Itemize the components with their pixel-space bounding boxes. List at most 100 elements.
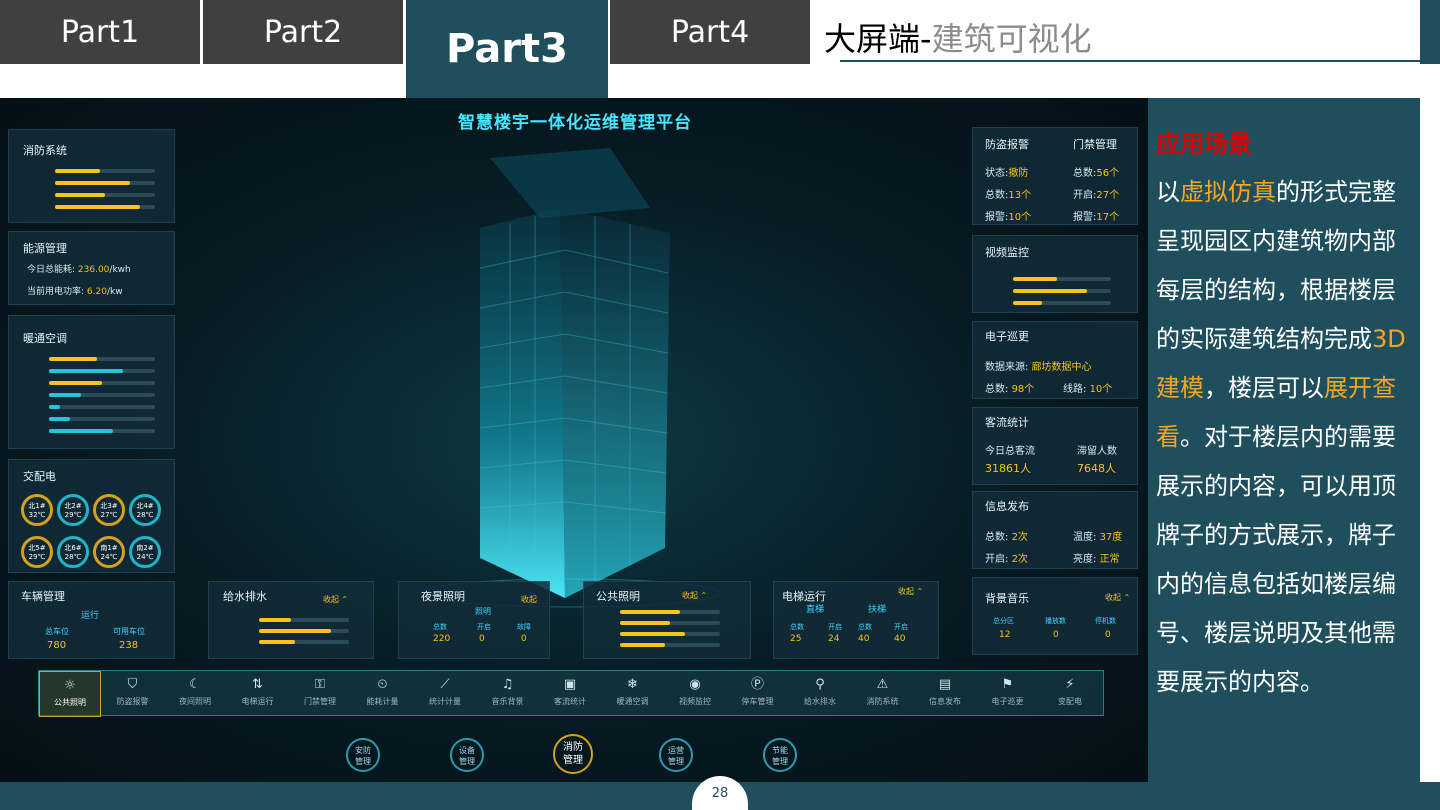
dock-item-6[interactable]: ⟋ 统计计量 <box>414 671 476 717</box>
elevator-value-1: 25 <box>790 634 802 644</box>
access-title: 门禁管理 <box>1073 138 1117 151</box>
elevator-collapse[interactable]: 收起 ⌃ <box>898 586 923 597</box>
water-panel: 给水排水 收起 ⌃ <box>208 581 374 659</box>
elevator-label-3: 总数 <box>858 623 872 631</box>
dock-item-8[interactable]: ▣ 客流统计 <box>539 671 601 717</box>
elevator-escalator: 扶梯 <box>868 605 887 615</box>
dock-icon-14: ▤ <box>938 677 952 692</box>
night-collapse[interactable]: 收起 <box>521 594 537 605</box>
night-value-total: 220 <box>433 634 451 644</box>
dock-item-2[interactable]: ☾ 夜间照明 <box>164 671 226 717</box>
mode-operation-button[interactable]: 运营 管理 <box>659 738 693 772</box>
night-label-total: 总数 <box>433 623 447 631</box>
flow-today-label: 今日总客流 <box>985 446 1035 457</box>
dock-item-14[interactable]: ▤ 信息发布 <box>914 671 976 717</box>
music-value-stopped: 0 <box>1105 630 1111 640</box>
dock-item-5[interactable]: ⏲ 能耗计量 <box>352 671 414 717</box>
public-lighting-title: 公共照明 <box>596 590 640 603</box>
dock-icon-4: ⚿ <box>315 677 325 692</box>
description-sidebar: 应用场景 以虚拟仿真的形式完整呈现园区内建筑物内部每层的结构，根据楼层的实际建筑… <box>1148 98 1420 782</box>
video-panel: 视频监控 <box>972 235 1138 313</box>
mode-equipment-button[interactable]: 设备 管理 <box>450 738 484 772</box>
dock-item-16[interactable]: ⚡ 变配电 <box>1039 671 1101 717</box>
dock-icon-12: ⚲ <box>815 677 825 692</box>
hvac-bar-4 <box>49 393 155 397</box>
dock-label-0: 公共照明 <box>54 698 86 707</box>
elevator-label-4: 开启 <box>894 623 908 631</box>
dock-item-0[interactable]: ☼ 公共照明 <box>39 671 101 717</box>
night-panel: 夜景照明 收起 照明 总数 开启 故障 220 0 0 <box>398 581 550 659</box>
elevator-panel: 电梯运行 收起 ⌃ 直梯 扶梯 总数 开启 总数 开启 25 24 40 40 <box>773 581 939 659</box>
dock-item-4[interactable]: ⚿ 门禁管理 <box>289 671 351 717</box>
dock-label-14: 信息发布 <box>929 697 961 706</box>
fire-bar-3 <box>55 193 155 197</box>
night-label-fault: 故障 <box>517 623 531 631</box>
substation-ring-3: 北3# 27℃ <box>93 494 125 526</box>
security-title: 防盗报警 <box>985 138 1029 151</box>
dock-item-9[interactable]: ❄ 暖通空调 <box>602 671 664 717</box>
hvac-panel: 暖通空调 <box>8 315 175 449</box>
dock-item-15[interactable]: ⚑ 电子巡更 <box>977 671 1039 717</box>
dock-icon-6: ⟋ <box>440 677 450 692</box>
page-title: 大屏端-建筑可视化 <box>824 20 1092 58</box>
dock-label-4: 门禁管理 <box>304 697 336 706</box>
mode-fire-button[interactable]: 消防 管理 <box>553 734 593 774</box>
tab-part1[interactable]: Part1 <box>0 0 200 64</box>
vehicle-free-value: 238 <box>119 640 139 651</box>
public-lighting-panel: 公共照明 收起 ⌃ <box>583 581 751 659</box>
dock-label-8: 客流统计 <box>554 697 586 706</box>
music-collapse[interactable]: 收起 ⌃ <box>1105 592 1130 603</box>
access-total: 总数:56个 <box>1073 168 1120 179</box>
mode-security-button[interactable]: 安防 管理 <box>346 738 380 772</box>
dock-label-3: 电梯运行 <box>241 697 274 706</box>
dock-item-1[interactable]: ⛉ 防盗报警 <box>102 671 164 717</box>
tab-part4[interactable]: Part4 <box>610 0 810 64</box>
substation-panel: 交配电 北1# 32℃ 北2# 29℃ 北3# 27℃ 北4# 28℃ 北5# … <box>8 459 175 573</box>
energy-today: 今日总能耗: 236.00/kwh <box>27 265 131 275</box>
dock-item-7[interactable]: ♫ 音乐背景 <box>477 671 539 717</box>
energy-panel: 能源管理 今日总能耗: 236.00/kwh 当前用电功率: 6.20/kw <box>8 231 175 305</box>
dock-label-12: 给水排水 <box>804 697 836 706</box>
dock-item-11[interactable]: Ⓟ 停车管理 <box>727 671 789 717</box>
dock-item-10[interactable]: ◉ 视频监控 <box>664 671 726 717</box>
dock-item-13[interactable]: ⚠ 消防系统 <box>852 671 914 717</box>
music-label-zones: 总分区 <box>993 617 1014 625</box>
substation-ring-1: 北1# 32℃ <box>21 494 53 526</box>
public-lighting-collapse[interactable]: 收起 ⌃ <box>682 590 707 601</box>
dock-item-3[interactable]: ⇅ 电梯运行 <box>227 671 289 717</box>
dock-label-13: 消防系统 <box>866 697 899 706</box>
dock-item-12[interactable]: ⚲ 给水排水 <box>789 671 851 717</box>
dock-label-6: 统计计量 <box>429 697 461 706</box>
vehicle-panel: 车辆管理 运行 总车位 可用车位 780 238 <box>8 581 175 659</box>
flow-stay-value: 7648人 <box>1077 462 1116 475</box>
patrol-total: 总数: 98个 <box>985 384 1035 395</box>
dock-icon-0: ☼ <box>64 678 76 693</box>
vehicle-total-value: 780 <box>47 640 67 651</box>
dock-label-5: 能耗计量 <box>366 697 399 706</box>
hvac-bar-6 <box>49 417 155 421</box>
patrol-title: 电子巡更 <box>985 330 1029 343</box>
music-value-playing: 0 <box>1053 630 1059 640</box>
info-panel: 信息发布 总数: 2次 温度: 37度 开启: 2次 亮度: 正常 <box>972 491 1138 569</box>
elevator-value-4: 40 <box>894 634 906 644</box>
fire-title: 消防系统 <box>23 144 67 157</box>
patrol-panel: 电子巡更 数据来源: 廊坊数据中心 总数: 98个 线路: 10个 <box>972 321 1138 399</box>
night-value-on: 0 <box>479 634 485 644</box>
function-dock: ☼ 公共照明 ⛉ 防盗报警 ☾ 夜间照明 ⇅ 电梯运行 ⚿ 门禁管理 ⏲ 能耗计量 ⟋ 统计计量 ♫ 音乐背景… <box>38 670 1104 717</box>
dock-icon-15: ⚑ <box>1001 677 1014 692</box>
hvac-title: 暖通空调 <box>23 332 67 345</box>
info-title: 信息发布 <box>985 500 1029 513</box>
video-title: 视频监控 <box>985 246 1029 259</box>
fire-panel: 消防系统 <box>8 129 175 223</box>
tab-part2[interactable]: Part2 <box>203 0 403 64</box>
energy-title: 能源管理 <box>23 242 67 255</box>
tab-part3[interactable]: Part3 <box>406 0 608 98</box>
flow-panel: 客流统计 今日总客流 滞留人数 31861人 7648人 <box>972 407 1138 485</box>
dock-icon-16: ⚡ <box>1065 677 1075 692</box>
hvac-bar-1 <box>49 357 155 361</box>
mode-energy-button[interactable]: 节能 管理 <box>763 738 797 772</box>
flow-stay-label: 滞留人数 <box>1077 446 1117 457</box>
substation-ring-8: 南2# 24℃ <box>129 536 161 568</box>
dock-icon-1: ⛉ <box>127 677 138 692</box>
water-collapse[interactable]: 收起 ⌃ <box>323 594 348 605</box>
